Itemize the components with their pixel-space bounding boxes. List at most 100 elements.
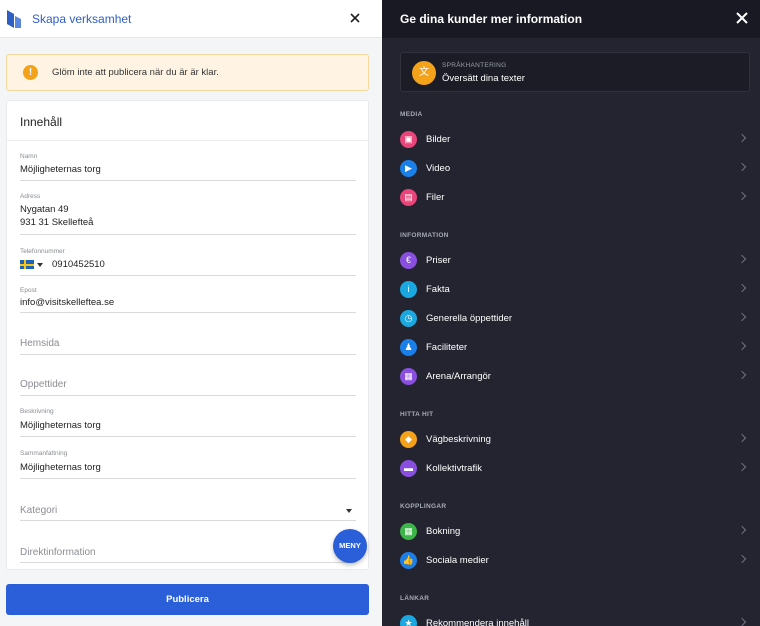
publish-button[interactable]: Publicera bbox=[6, 584, 369, 615]
translate-icon: 文 bbox=[412, 61, 436, 85]
menu-item-priser[interactable]: € Priser bbox=[400, 248, 750, 272]
euro-icon: € bbox=[400, 252, 417, 269]
address-field[interactable]: Adress Nygatan 49 931 31 Skellefteå bbox=[20, 193, 356, 235]
chevron-right-icon bbox=[737, 617, 747, 626]
menu-item-label: Kollektivtrafik bbox=[426, 463, 482, 474]
image-icon: ▣ bbox=[400, 131, 417, 148]
menu-item-label: Arena/Arrangör bbox=[426, 371, 491, 382]
publish-reminder-banner: ! Glöm inte att publicera när du är är k… bbox=[6, 54, 369, 91]
country-selector[interactable] bbox=[20, 260, 46, 270]
phone-label: Telefonnummer bbox=[20, 248, 65, 255]
menu-item-filer[interactable]: ▤ Filer bbox=[400, 185, 750, 209]
menu-item-kollektivtrafik[interactable]: ▬ Kollektivtrafik bbox=[400, 456, 750, 480]
divider bbox=[7, 140, 368, 141]
menu-item-label: Video bbox=[426, 163, 451, 174]
menu-item-label: Bilder bbox=[426, 134, 451, 145]
warning-icon: ! bbox=[23, 65, 38, 80]
menu-item-label: Bokning bbox=[426, 526, 461, 537]
chevron-right-icon bbox=[737, 133, 747, 143]
chevron-right-icon bbox=[737, 462, 747, 472]
thumbs-up-icon: 👍 bbox=[400, 552, 417, 569]
opening-hours-placeholder: Oppettider bbox=[20, 379, 67, 390]
email-value: info@visitskelleftea.se bbox=[20, 297, 115, 308]
menu-item-video[interactable]: ▶ Video bbox=[400, 156, 750, 180]
category-placeholder: Kategori bbox=[20, 505, 58, 516]
star-icon: ★ bbox=[400, 615, 417, 626]
chevron-right-icon bbox=[737, 191, 747, 201]
menu-item-faciliteter[interactable]: ♟ Faciliteter bbox=[400, 335, 750, 359]
calendar-icon: ▦ bbox=[400, 368, 417, 385]
menu-item-rekommendera-innehåll[interactable]: ★ Rekommendera innehåll bbox=[400, 611, 750, 626]
menu-item-label: Priser bbox=[426, 255, 451, 266]
menu-button[interactable]: MENY bbox=[333, 529, 367, 563]
menu-item-arena-arrangör[interactable]: ▦ Arena/Arrangör bbox=[400, 364, 750, 388]
website-field[interactable]: Hemsida bbox=[20, 335, 356, 355]
bus-icon: ▬ bbox=[400, 460, 417, 477]
menu-item-label: Generella öppettider bbox=[426, 313, 513, 324]
description-label: Beskrivning bbox=[20, 408, 54, 415]
booking-icon: ▦ bbox=[400, 523, 417, 540]
menu-item-sociala-medier[interactable]: 👍 Sociala medier bbox=[400, 548, 750, 572]
email-label: Epost bbox=[20, 287, 37, 294]
create-business-panel: Skapa verksamhet ! Glöm inte att publice… bbox=[0, 0, 382, 626]
section-heading-länkar: LÄNKAR bbox=[400, 595, 430, 602]
category-select[interactable]: Kategori bbox=[20, 501, 356, 521]
panel-title: Ge dina kunder mer information bbox=[400, 12, 583, 26]
info-icon: i bbox=[400, 281, 417, 298]
left-header: Skapa verksamhet bbox=[0, 0, 382, 38]
name-value: Möjligheternas torg bbox=[20, 164, 101, 175]
language-handling-label: SPRÅKHANTERING bbox=[442, 62, 507, 69]
chevron-right-icon bbox=[737, 283, 747, 293]
close-icon[interactable] bbox=[347, 10, 363, 26]
direct-info-placeholder: Direktinformation bbox=[20, 547, 96, 558]
name-label: Namn bbox=[20, 153, 38, 160]
menu-item-vägbeskrivning[interactable]: ◆ Vägbeskrivning bbox=[400, 427, 750, 451]
chevron-right-icon bbox=[737, 312, 747, 322]
translate-texts-button[interactable]: 文 SPRÅKHANTERING Översätt dina texter bbox=[400, 52, 750, 92]
chevron-right-icon bbox=[737, 254, 747, 264]
menu-item-bilder[interactable]: ▣ Bilder bbox=[400, 127, 750, 151]
page-title: Skapa verksamhet bbox=[32, 12, 132, 26]
description-value: Möjligheternas torg bbox=[20, 420, 101, 431]
name-field[interactable]: Namn Möjligheternas torg bbox=[20, 153, 356, 181]
chevron-down-icon bbox=[346, 509, 352, 513]
direct-info-field[interactable]: Direktinformation bbox=[20, 543, 356, 563]
warning-text: Glöm inte att publicera när du är är kla… bbox=[52, 67, 219, 78]
sweden-flag-icon bbox=[20, 260, 34, 269]
content-title: Innehåll bbox=[20, 115, 63, 129]
website-placeholder: Hemsida bbox=[20, 338, 60, 349]
more-info-panel: Ge dina kunder mer information 文 SPRÅKHA… bbox=[382, 0, 760, 626]
address-label: Adress bbox=[20, 193, 41, 200]
chevron-right-icon bbox=[737, 433, 747, 443]
chevron-right-icon bbox=[737, 525, 747, 535]
clock-icon: ◷ bbox=[400, 310, 417, 327]
people-icon: ♟ bbox=[400, 339, 417, 356]
opening-hours-field[interactable]: Oppettider bbox=[20, 376, 356, 396]
menu-item-label: Rekommendera innehåll bbox=[426, 618, 529, 626]
summary-label: Sammanfattning bbox=[20, 450, 68, 457]
summary-field[interactable]: Sammanfattning Möjligheternas torg bbox=[20, 450, 356, 479]
menu-item-generella-öppettider[interactable]: ◷ Generella öppettider bbox=[400, 306, 750, 330]
right-header: Ge dina kunder mer information bbox=[382, 0, 760, 38]
close-icon[interactable] bbox=[735, 11, 749, 25]
address-line2: 931 31 Skellefteå bbox=[20, 217, 94, 228]
section-heading-media: MEDIA bbox=[400, 111, 423, 118]
section-heading-hitta-hit: HITTA HIT bbox=[400, 411, 434, 418]
menu-item-label: Vägbeskrivning bbox=[426, 434, 491, 445]
description-field[interactable]: Beskrivning Möjligheternas torg bbox=[20, 408, 356, 437]
menu-item-label: Faciliteter bbox=[426, 342, 468, 353]
chevron-down-icon bbox=[37, 263, 43, 267]
email-field[interactable]: Epost info@visitskelleftea.se bbox=[20, 287, 356, 313]
content-card: Innehåll Namn Möjligheternas torg Adress… bbox=[6, 100, 369, 570]
chevron-right-icon bbox=[737, 554, 747, 564]
phone-field[interactable]: Telefonnummer 0910452510 bbox=[20, 248, 356, 276]
chevron-right-icon bbox=[737, 341, 747, 351]
section-heading-kopplingar: KOPPLINGAR bbox=[400, 503, 447, 510]
logo-icon bbox=[7, 10, 21, 28]
directions-icon: ◆ bbox=[400, 431, 417, 448]
translate-texts-label: Översätt dina texter bbox=[442, 73, 525, 84]
address-line1: Nygatan 49 bbox=[20, 204, 69, 215]
menu-item-fakta[interactable]: i Fakta bbox=[400, 277, 750, 301]
menu-item-bokning[interactable]: ▦ Bokning bbox=[400, 519, 750, 543]
file-icon: ▤ bbox=[400, 189, 417, 206]
